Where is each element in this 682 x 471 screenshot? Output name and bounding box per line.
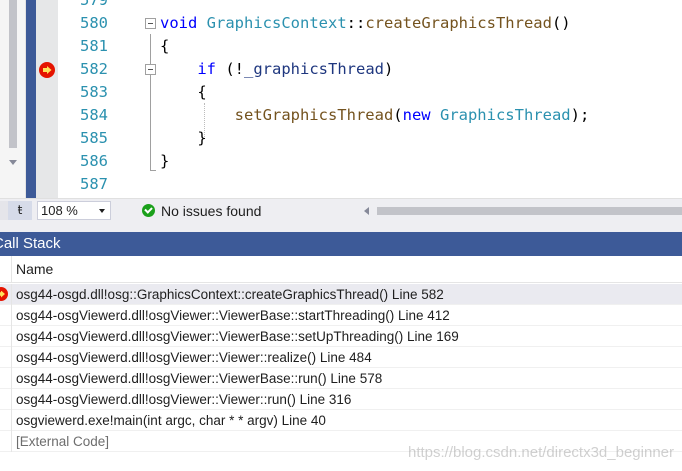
code-token: GraphicsThread: [439, 106, 571, 124]
code-token: }: [160, 152, 170, 170]
scroll-down-arrow-icon[interactable]: [9, 160, 17, 165]
code-token: ): [383, 60, 394, 78]
code-token: if: [197, 60, 216, 78]
line-number: 586: [80, 152, 108, 170]
stack-frame-text: osg44-osgd.dll!osg::GraphicsContext::cre…: [16, 287, 444, 302]
current-frame-arrow-icon: [0, 287, 8, 301]
stack-frame-row[interactable]: osgviewerd.exe!main(int argc, char * * a…: [0, 410, 682, 431]
code-token: {: [160, 83, 207, 101]
zoom-dropdown[interactable]: 108 %: [37, 201, 111, 220]
vertical-scrollbar[interactable]: [0, 0, 26, 198]
scrollbar-thumb[interactable]: [9, 0, 17, 148]
stack-frame-row[interactable]: osg44-osgViewerd.dll!osgViewer::Viewer::…: [0, 389, 682, 410]
stack-frame-text: [External Code]: [16, 434, 110, 449]
stack-frame-text: osgviewerd.exe!main(int argc, char * * a…: [16, 413, 326, 428]
column-separator: [11, 347, 12, 368]
stack-frame-text: osg44-osgViewerd.dll!osgViewer::ViewerBa…: [16, 329, 459, 344]
stack-frame-row[interactable]: osg44-osgViewerd.dll!osgViewer::ViewerBa…: [0, 326, 682, 347]
code-text: }: [160, 150, 169, 173]
column-separator: [11, 284, 12, 305]
code-line[interactable]: 580 void GraphicsContext::createGraphicsT…: [58, 12, 682, 35]
code-token: (: [393, 106, 403, 124]
code-token: (!: [216, 60, 244, 78]
check-circle-icon: [142, 204, 155, 217]
issues-indicator[interactable]: No issues found: [142, 201, 261, 220]
stack-frame-row[interactable]: osg44-osgViewerd.dll!osgViewer::ViewerBa…: [0, 368, 682, 389]
chevron-down-icon: [99, 209, 105, 213]
editor-left-accent: [26, 0, 36, 198]
glyph-margin[interactable]: [36, 0, 58, 198]
code-token: setGraphicsThread: [234, 106, 394, 124]
code-text: void GraphicsContext::createGraphicsThre…: [160, 12, 571, 35]
code-token: createGraphicsThread: [365, 14, 552, 32]
stack-frame-text: osg44-osgViewerd.dll!osgViewer::ViewerBa…: [16, 371, 383, 386]
line-number: 587: [80, 175, 108, 193]
column-separator[interactable]: [11, 256, 12, 283]
stack-frame-row[interactable]: osg44-osgd.dll!osg::GraphicsContext::cre…: [0, 284, 682, 305]
breakpoint-current-statement-icon[interactable]: [39, 62, 55, 78]
code-token: _graphicsThread: [244, 60, 384, 78]
line-number: 582: [80, 60, 108, 78]
stack-frame-text: osg44-osgViewerd.dll!osgViewer::ViewerBa…: [16, 308, 450, 323]
stack-frame-text: osg44-osgViewerd.dll!osgViewer::Viewer::…: [16, 350, 372, 365]
code-text: }: [160, 127, 207, 150]
code-token: ::: [346, 14, 366, 32]
scrollbar-thumb[interactable]: [377, 207, 682, 215]
code-token: (): [551, 14, 571, 32]
column-name-header[interactable]: Name: [16, 256, 53, 283]
code-line[interactable]: 587: [58, 173, 682, 196]
code-line[interactable]: 585 }: [58, 127, 682, 150]
code-text: if (!_graphicsThread): [160, 58, 393, 81]
code-text: {: [160, 35, 169, 58]
code-text: setGraphicsThread(new GraphicsThread);: [160, 104, 590, 127]
call-stack-column-header[interactable]: Name: [0, 256, 682, 283]
issues-text: No issues found: [161, 202, 262, 219]
code-line[interactable]: 586}: [58, 150, 682, 173]
code-line[interactable]: 583 {: [58, 81, 682, 104]
code-line[interactable]: 582 if (!_graphicsThread): [58, 58, 682, 81]
column-separator: [11, 368, 12, 389]
code-text: {: [160, 81, 207, 104]
code-token: GraphicsContext: [206, 14, 347, 32]
call-stack-title: Call Stack: [0, 235, 61, 252]
watermark: https://blog.csdn.net/directx3d_beginner: [407, 444, 674, 461]
code-token: new: [402, 106, 431, 124]
code-token: void: [160, 14, 207, 32]
column-separator: [11, 431, 12, 452]
code-lines[interactable]: 579580 void GraphicsContext::createGraphi…: [58, 0, 682, 198]
line-number: 585: [80, 129, 108, 147]
code-line[interactable]: 579: [58, 0, 682, 12]
line-number: 579: [80, 0, 108, 9]
horizontal-scrollbar[interactable]: [356, 203, 682, 219]
stack-frame-row[interactable]: osg44-osgViewerd.dll!osgViewer::ViewerBa…: [0, 305, 682, 326]
code-token: }: [160, 129, 207, 147]
line-number: 583: [80, 83, 108, 101]
fold-collapse-icon[interactable]: [145, 18, 156, 29]
editor-status-bar: ŧ 108 % No issues found: [0, 198, 682, 222]
column-separator: [11, 389, 12, 410]
call-stack-list[interactable]: osg44-osgd.dll!osg::GraphicsContext::cre…: [0, 284, 682, 471]
zoom-value: 108 %: [41, 203, 78, 218]
panel-splitter[interactable]: [0, 222, 682, 232]
code-line[interactable]: 581 {: [58, 35, 682, 58]
code-line[interactable]: 584 setGraphicsThread(new GraphicsThread…: [58, 104, 682, 127]
line-number: 581: [80, 37, 108, 55]
stack-frame-text: osg44-osgViewerd.dll!osgViewer::Viewer::…: [16, 392, 352, 407]
code-editor[interactable]: 579580 void GraphicsContext::createGraphi…: [0, 0, 682, 198]
fold-collapse-icon[interactable]: [145, 64, 156, 75]
code-token: );: [570, 106, 590, 124]
nav-pin-button[interactable]: ŧ: [8, 201, 32, 220]
column-separator: [11, 305, 12, 326]
call-stack-title-bar[interactable]: Call Stack: [0, 232, 682, 256]
stack-frame-row[interactable]: osg44-osgViewerd.dll!osgViewer::Viewer::…: [0, 347, 682, 368]
code-token: {: [160, 37, 170, 55]
scroll-left-arrow-icon[interactable]: [364, 207, 369, 215]
line-number: 580: [80, 14, 108, 32]
column-separator: [11, 326, 12, 347]
line-number: 584: [80, 106, 108, 124]
column-separator: [11, 410, 12, 431]
